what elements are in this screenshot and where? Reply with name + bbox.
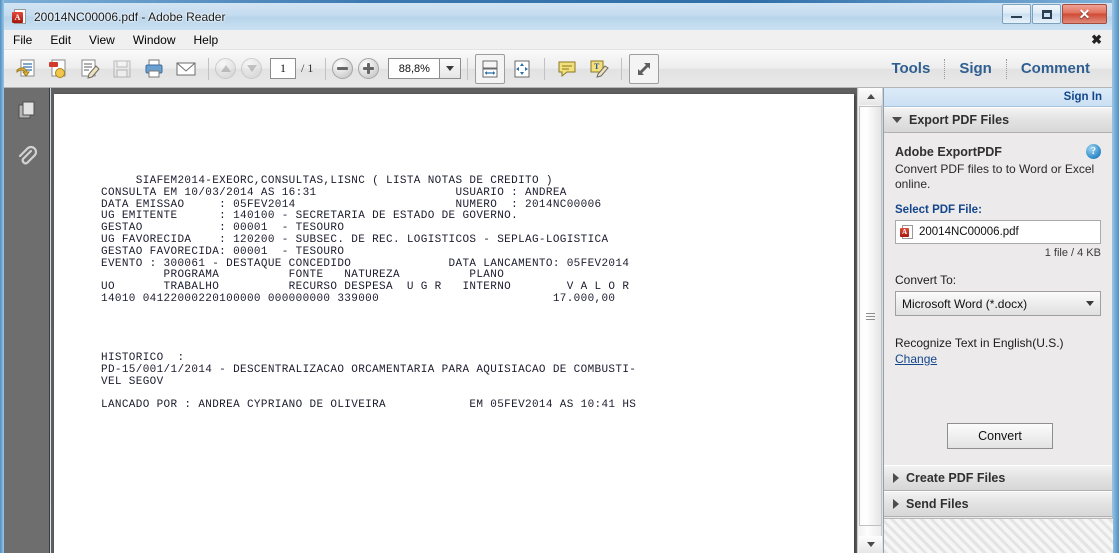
adobe-reader-window: A 20014NC00006.pdf - Adobe Reader ✕ File… [0, 0, 1119, 553]
convert-to-select[interactable]: Microsoft Word (*.docx) [895, 291, 1101, 316]
save-icon[interactable] [107, 54, 137, 84]
section-header-send-files[interactable]: Send Files [884, 491, 1112, 517]
maximize-icon [1041, 9, 1052, 19]
fullscreen-icon[interactable] [629, 53, 660, 84]
edit-pdf-icon[interactable] [75, 54, 105, 84]
signin-bar: Sign In [884, 88, 1112, 107]
file-meta-label: 1 file / 4 KB [1044, 247, 1101, 259]
triangle-right-icon [893, 473, 899, 483]
page-thumbnails-icon[interactable] [4, 88, 50, 134]
minimize-button[interactable] [1002, 4, 1031, 24]
menu-item-edit[interactable]: Edit [41, 31, 80, 49]
export-pdf-panel: Adobe ExportPDF ? Convert PDF files to t… [884, 133, 1112, 465]
fit-page-icon[interactable] [507, 54, 537, 84]
toolbar-task-buttons: Tools Sign Comment [877, 58, 1112, 79]
close-button[interactable]: ✕ [1062, 4, 1107, 24]
ocr-language-label: Recognize Text in English(U.S.) [895, 336, 1064, 350]
toolbar-divider-3 [467, 57, 469, 80]
toolbar-divider-2 [325, 57, 327, 80]
section-label-send: Send Files [906, 497, 969, 511]
export-pdf-title: Adobe ExportPDF [895, 145, 1002, 159]
pdf-file-icon: A [900, 224, 913, 240]
menu-item-file[interactable]: File [4, 31, 41, 49]
zoom-in-button[interactable] [358, 58, 380, 79]
svg-text:T: T [594, 62, 600, 71]
scroll-up-icon[interactable] [859, 88, 882, 105]
toolbar-divider-5 [621, 57, 623, 80]
page-number-input[interactable]: 1 [270, 58, 296, 79]
help-icon[interactable]: ? [1086, 144, 1101, 159]
text-comment-icon[interactable]: T [584, 54, 614, 84]
menu-item-help[interactable]: Help [185, 31, 228, 49]
selected-file-field[interactable]: A 20014NC00006.pdf [895, 220, 1101, 244]
toolbar-divider [208, 57, 209, 80]
pdf-page: SIAFEM2014-EXEORC,CONSULTAS,LISNC ( LIST… [54, 94, 854, 553]
scroll-down-icon[interactable] [859, 536, 882, 553]
close-icon: ✕ [1078, 6, 1091, 22]
window-controls: ✕ [1002, 4, 1107, 24]
document-view[interactable]: SIAFEM2014-EXEORC,CONSULTAS,LISNC ( LIST… [51, 88, 857, 553]
arrow-up-icon [220, 65, 231, 72]
section-label-create: Create PDF Files [906, 471, 1006, 485]
convert-to-label: Convert To: [895, 273, 957, 287]
comment-balloon-icon[interactable] [552, 54, 582, 84]
section-label-export: Export PDF Files [909, 113, 1010, 127]
empty-pane-area [884, 518, 1113, 553]
next-page-button[interactable] [241, 58, 262, 79]
arrow-down-icon [246, 65, 257, 72]
pdf-file-icon: A [12, 8, 28, 25]
email-icon[interactable] [171, 54, 201, 84]
ocr-change-link[interactable]: Change [895, 352, 937, 366]
window-title: 20014NC00006.pdf - Adobe Reader [34, 9, 226, 24]
section-header-export-pdf-files[interactable]: Export PDF Files [884, 107, 1112, 133]
create-pdf-icon[interactable] [11, 54, 41, 84]
convert-to-value: Microsoft Word (*.docx) [902, 296, 1028, 311]
close-document-icon[interactable]: ✖ [1091, 32, 1102, 48]
scrollbar-thumb[interactable] [859, 106, 882, 526]
vertical-scrollbar[interactable] [857, 88, 882, 553]
menu-item-window[interactable]: Window [124, 31, 185, 49]
navigation-rail [4, 88, 50, 553]
main-toolbar: 1 / 1 88,8% T Tools Sign Comment [4, 50, 1112, 88]
task-pane: Sign In Export PDF Files Adobe ExportPDF… [883, 88, 1113, 553]
attachments-icon[interactable] [4, 134, 50, 180]
menu-bar: File Edit View Window Help ✖ [4, 30, 1112, 50]
previous-page-button[interactable] [215, 58, 236, 79]
sign-button[interactable]: Sign [945, 60, 1006, 77]
minimize-icon [1011, 15, 1022, 18]
menu-item-view[interactable]: View [80, 31, 124, 49]
comment-button[interactable]: Comment [1007, 60, 1104, 77]
zoom-level-input[interactable]: 88,8% [388, 58, 441, 79]
fit-width-icon[interactable] [475, 53, 506, 84]
section-header-create-pdf-files[interactable]: Create PDF Files [884, 465, 1112, 491]
triangle-right-icon-2 [893, 499, 899, 509]
scrollbar-grip-icon [866, 311, 875, 322]
zoom-out-button[interactable] [332, 58, 354, 79]
export-pdf-description: Convert PDF files to to Word or Excel on… [895, 162, 1095, 191]
chevron-down-icon [446, 66, 455, 71]
print-icon[interactable] [139, 54, 169, 84]
toolbar-divider-4 [544, 57, 546, 80]
maximize-button[interactable] [1032, 4, 1061, 24]
chevron-down-icon [1086, 301, 1094, 306]
page-total-label: / 1 [301, 61, 314, 75]
title-bar: A 20014NC00006.pdf - Adobe Reader ✕ [4, 3, 1112, 30]
pdf-page-text: SIAFEM2014-EXEORC,CONSULTAS,LISNC ( LIST… [101, 175, 637, 412]
minus-icon [337, 67, 349, 70]
select-pdf-file-label: Select PDF File: [895, 204, 982, 216]
tools-button[interactable]: Tools [877, 60, 944, 77]
triangle-down-icon [892, 117, 902, 123]
selected-file-name: 20014NC00006.pdf [919, 226, 1019, 238]
zoom-dropdown-button[interactable] [440, 58, 462, 79]
window-frame-right [1112, 0, 1119, 553]
convert-button[interactable]: Convert [947, 423, 1053, 449]
export-pdf-icon[interactable] [43, 54, 73, 84]
sign-in-link[interactable]: Sign In [1064, 91, 1102, 103]
